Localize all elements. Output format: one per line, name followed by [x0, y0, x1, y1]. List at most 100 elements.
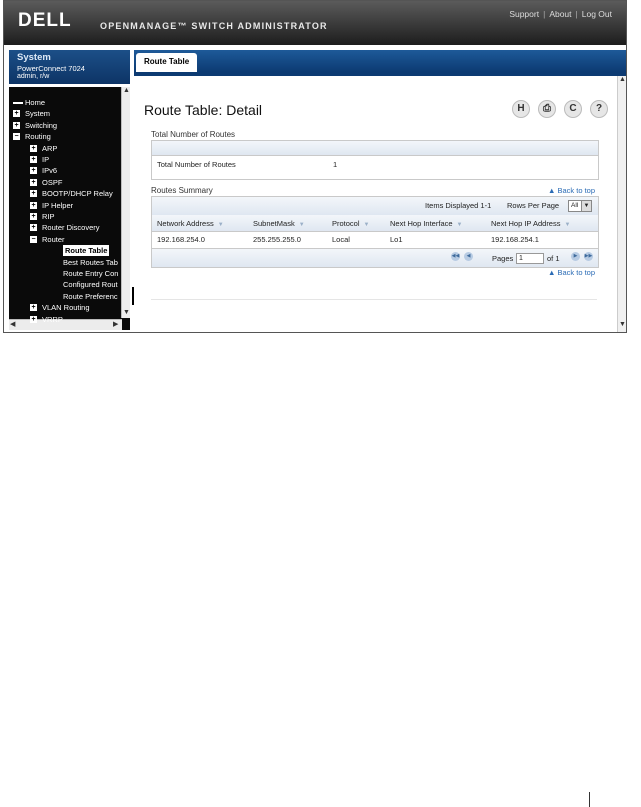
col-network-address[interactable]: Network Address ▼ [157, 219, 224, 228]
tab-bar: Route Table [134, 50, 626, 72]
nav-horizontal-scrollbar[interactable]: ◀ ▶ [9, 319, 122, 330]
dell-logo: DELL [18, 10, 72, 31]
print-icon[interactable]: ⎙ [538, 100, 556, 118]
routes-summary-table: Items Displayed 1-1 Rows Per Page All ▼ … [151, 196, 599, 268]
system-user: admin, r/w [17, 73, 50, 80]
sort-icon[interactable]: ▼ [218, 222, 224, 228]
nav-item-label: Routing [25, 132, 51, 142]
save-icon[interactable]: H [512, 100, 530, 118]
nav-item-label: Router [42, 234, 65, 244]
expand-icon[interactable]: + [13, 110, 20, 118]
system-info[interactable]: System PowerConnect 7024 admin, r/w [9, 50, 130, 84]
nav-item-label: IP Helper [42, 200, 74, 210]
cell-network-address: 192.168.254.0 [157, 235, 205, 244]
back-to-top-link-bottom[interactable]: ▲ Back to top [548, 268, 595, 277]
nav-item-label: IP [42, 155, 50, 164]
back-to-top-link[interactable]: ▲ Back to top [548, 186, 595, 195]
rows-per-page-select[interactable]: All ▼ [568, 200, 592, 212]
col-next-hop-ip[interactable]: Next Hop IP Address ▼ [491, 219, 570, 228]
system-model: PowerConnect 7024 [17, 64, 85, 73]
expand-icon[interactable]: + [30, 144, 37, 152]
nav-item-label: Switching [25, 120, 58, 130]
total-routes-value: 1 [333, 160, 338, 169]
content-panel: Route Table: Detail H ⎙ C ? Total Number… [134, 76, 618, 331]
scroll-up-icon[interactable]: ▲ [123, 87, 130, 94]
nav-item-label: Router Discovery [42, 223, 100, 233]
app-name: OPENMANAGE™ SWITCH ADMINISTRATOR [100, 21, 328, 31]
tab-route-table[interactable]: Route Table [136, 53, 198, 72]
next-page-icon[interactable]: ▶ [571, 252, 580, 261]
cell-subnet-mask: 255.255.255.0 [253, 235, 301, 244]
sort-icon[interactable]: ▼ [364, 222, 370, 228]
nav-item-label: Configured Rout [63, 280, 118, 290]
cell-protocol: Local [332, 235, 350, 244]
pagination-bar: ◀◀ ◀ Pages 1 of 1 ▶ ▶▶ [152, 249, 598, 267]
home-icon [13, 102, 23, 104]
nav-tree: ▲ ▼ ◀ ▶ Home + System + Switching − Routing + AR… [9, 87, 130, 330]
content-scrollbar[interactable]: ▲ ▼ [617, 76, 626, 332]
expand-icon[interactable]: + [30, 178, 37, 186]
nav-item-label: Home [25, 98, 46, 107]
col-protocol[interactable]: Protocol ▼ [332, 219, 369, 228]
sort-icon[interactable]: ▼ [457, 222, 463, 228]
col-next-hop-interface[interactable]: Next Hop Interface ▼ [390, 219, 462, 228]
nav-item-label: BOOTP/DHCP Relay [42, 189, 113, 199]
expand-icon[interactable]: + [30, 167, 37, 175]
total-routes-section-title: Total Number of Routes [151, 130, 236, 139]
page-title: Route Table: Detail [144, 102, 263, 118]
header-bar: DELL OPENMANAGE™ SWITCH ADMINISTRATOR Su… [4, 1, 626, 45]
collapse-icon[interactable]: − [13, 133, 20, 141]
system-title: System [17, 52, 51, 63]
expand-icon[interactable]: + [13, 121, 20, 129]
scroll-right-icon[interactable]: ▶ [113, 320, 118, 328]
nav-item-label: ARP [42, 143, 58, 153]
sort-icon[interactable]: ▼ [564, 222, 570, 228]
rows-per-page-label: Rows Per Page [507, 201, 560, 210]
nav-item-label: Route Table [63, 245, 110, 257]
col-subnet-mask[interactable]: SubnetMask ▼ [253, 219, 305, 228]
nav-item-label: IPv6 [42, 166, 58, 176]
nav-item-label: Best Routes Tab [63, 257, 118, 267]
expand-icon[interactable]: + [30, 224, 37, 232]
total-routes-header-band [152, 141, 598, 156]
cell-next-hop-interface: Lo1 [390, 235, 403, 244]
page-number-input[interactable]: 1 [516, 253, 544, 264]
scroll-down-icon[interactable]: ▼ [619, 321, 626, 328]
pages-label: Pages [492, 254, 514, 263]
nav-item-label: System [25, 109, 51, 119]
about-link[interactable]: About [549, 9, 571, 19]
support-link[interactable]: Support [509, 9, 539, 19]
scroll-down-icon[interactable]: ▼ [123, 309, 130, 316]
collapse-icon[interactable]: − [30, 235, 37, 243]
app-window: DELL OPENMANAGE™ SWITCH ADMINISTRATOR Su… [3, 0, 627, 333]
expand-icon[interactable]: + [30, 315, 37, 323]
first-page-icon[interactable]: ◀◀ [451, 252, 460, 261]
chevron-down-icon[interactable]: ▼ [581, 201, 591, 211]
rows-per-page-value: All [571, 202, 579, 209]
total-routes-label: Total Number of Routes [157, 160, 236, 169]
content-divider [151, 299, 597, 300]
refresh-icon[interactable]: C [564, 100, 582, 118]
scroll-left-icon[interactable]: ◀ [10, 320, 15, 328]
expand-icon[interactable]: + [30, 213, 37, 220]
nav-item-label: Route Preferenc [63, 291, 118, 301]
last-page-icon[interactable]: ▶▶ [584, 252, 593, 261]
nav-item-label: VRRP [42, 314, 63, 324]
sort-icon[interactable]: ▼ [299, 222, 305, 228]
logout-link[interactable]: Log Out [582, 9, 612, 19]
expand-icon[interactable]: + [30, 190, 37, 198]
prev-page-icon[interactable]: ◀ [464, 252, 473, 261]
nav-vertical-scrollbar[interactable]: ▲ ▼ [121, 87, 130, 318]
expand-icon[interactable]: + [30, 156, 37, 163]
cell-next-hop-ip: 192.168.254.1 [491, 235, 539, 244]
expand-icon[interactable]: + [30, 201, 37, 209]
scroll-up-icon[interactable]: ▲ [619, 76, 626, 83]
nav-item-label: OSPF [42, 177, 63, 187]
top-links: Support | About | Log Out [509, 9, 612, 19]
nav-item-label: VLAN Routing [42, 303, 90, 313]
nav-item-label: Route Entry Con [63, 269, 119, 278]
expand-icon[interactable]: + [30, 304, 37, 312]
total-routes-box: Total Number of Routes 1 [151, 140, 599, 180]
page-of-label: of 1 [547, 254, 560, 263]
help-icon[interactable]: ? [590, 100, 608, 118]
